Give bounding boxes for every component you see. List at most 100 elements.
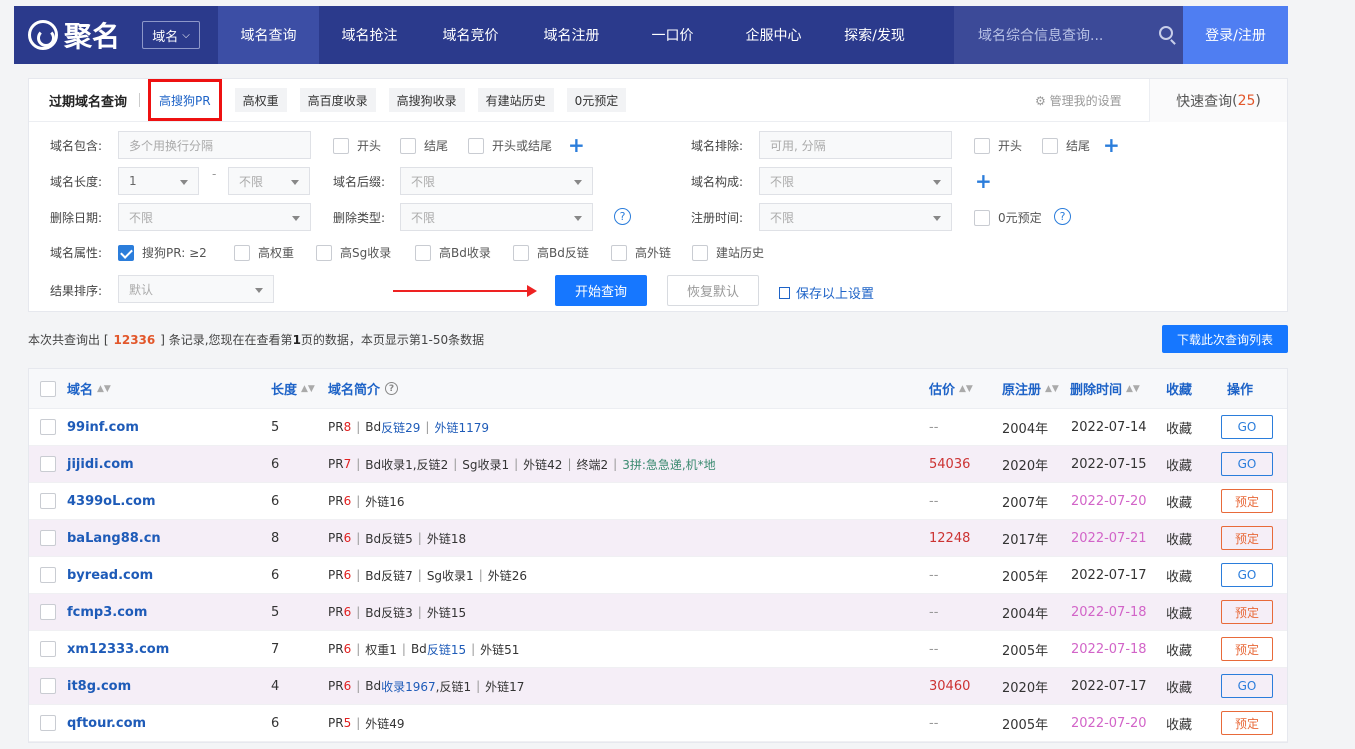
- row-checkbox[interactable]: [40, 594, 56, 630]
- tag-zero-reserve[interactable]: 0元预定: [566, 88, 627, 112]
- favorite-link[interactable]: 收藏: [1166, 483, 1192, 519]
- site-logo[interactable]: 聚名: [28, 15, 128, 55]
- favorite-link[interactable]: 收藏: [1166, 557, 1192, 593]
- separator: |: [425, 420, 430, 434]
- reg-time-select[interactable]: 不限: [759, 203, 952, 231]
- row-checkbox[interactable]: [40, 520, 56, 556]
- quick-query-tab[interactable]: 快速查询(25): [1149, 79, 1287, 122]
- attr-high-bd-index-checkbox[interactable]: 高Bd收录: [415, 244, 491, 261]
- domain-link[interactable]: it8g.com: [67, 668, 131, 704]
- go-button[interactable]: GO: [1221, 452, 1273, 476]
- save-settings-link[interactable]: 保存以上设置: [779, 283, 874, 302]
- attr-high-bd-backlink-checkbox[interactable]: 高Bd反链: [513, 244, 589, 261]
- add-exclude-icon[interactable]: +: [1103, 135, 1120, 155]
- domain-length: 6: [271, 567, 280, 583]
- reserve-button[interactable]: 预定: [1221, 711, 1273, 735]
- row-checkbox[interactable]: [40, 705, 56, 741]
- col-delete-time[interactable]: 删除时间 ▲▼: [1070, 369, 1140, 408]
- reset-default-button[interactable]: 恢复默认: [667, 275, 759, 306]
- domain-link[interactable]: jijidi.com: [67, 446, 134, 482]
- nav-domain-snatch[interactable]: 域名抢注: [319, 6, 420, 64]
- attr-high-sg-index-checkbox[interactable]: 高Sg收录: [316, 244, 391, 261]
- tag-high-sogou-pr[interactable]: 高搜狗PR: [148, 79, 222, 121]
- nav-fixed-price[interactable]: 一口价: [622, 6, 723, 64]
- attr-high-outlink-checkbox[interactable]: 高外链: [611, 244, 671, 261]
- top-search-input[interactable]: 域名综合信息查询...: [954, 6, 1197, 64]
- nav-domain-register[interactable]: 域名注册: [521, 6, 622, 64]
- domain-type-dropdown[interactable]: 域名 ⌵: [142, 21, 200, 49]
- sort-select[interactable]: 默认: [118, 275, 274, 303]
- length-max-select[interactable]: 不限: [228, 167, 310, 195]
- exclude-start-checkbox[interactable]: 开头: [974, 137, 1022, 154]
- length-min-select[interactable]: 1: [118, 167, 199, 195]
- help-icon[interactable]: ?: [614, 208, 631, 225]
- suffix-select[interactable]: 不限: [400, 167, 593, 195]
- nav-enterprise-center[interactable]: 企服中心: [723, 6, 824, 64]
- domain-link[interactable]: fcmp3.com: [67, 594, 147, 630]
- start-query-button[interactable]: 开始查询: [555, 275, 647, 306]
- login-register-button[interactable]: 登录/注册: [1183, 6, 1288, 64]
- row-checkbox[interactable]: [40, 668, 56, 704]
- compose-select[interactable]: 不限: [759, 167, 952, 195]
- nav-domain-auction[interactable]: 域名竞价: [420, 6, 521, 64]
- domain-link[interactable]: byread.com: [67, 557, 153, 593]
- domain-link[interactable]: qftour.com: [67, 705, 146, 741]
- row-checkbox[interactable]: [40, 446, 56, 482]
- row-checkbox[interactable]: [40, 409, 56, 445]
- favorite-link[interactable]: 收藏: [1166, 409, 1192, 445]
- domain-link[interactable]: 99inf.com: [67, 409, 139, 445]
- go-button[interactable]: GO: [1221, 674, 1273, 698]
- add-compose-icon[interactable]: +: [975, 171, 992, 191]
- attr-sogou-pr-checkbox[interactable]: 搜狗PR: ≥2: [118, 244, 207, 261]
- row-checkbox[interactable]: [40, 557, 56, 593]
- col-price-label: 估价: [929, 383, 956, 398]
- go-button[interactable]: GO: [1221, 563, 1273, 587]
- reserve-button[interactable]: 预定: [1221, 600, 1273, 624]
- delete-date-select[interactable]: 不限: [118, 203, 311, 231]
- add-contains-icon[interactable]: +: [568, 135, 585, 155]
- contains-input[interactable]: 多个用换行分隔: [118, 131, 311, 159]
- nav-domain-query[interactable]: 域名查询: [218, 6, 319, 64]
- tag-site-history[interactable]: 有建站历史: [477, 88, 554, 112]
- favorite-link[interactable]: 收藏: [1166, 520, 1192, 556]
- reserve-button[interactable]: 预定: [1221, 637, 1273, 661]
- reserve-button[interactable]: 预定: [1221, 526, 1273, 550]
- favorite-link[interactable]: 收藏: [1166, 446, 1192, 482]
- search-icon[interactable]: [1159, 26, 1173, 40]
- exclude-input[interactable]: 可用, 分隔: [759, 131, 952, 159]
- contains-start-checkbox[interactable]: 开头: [333, 137, 381, 154]
- manage-settings-link[interactable]: ⚙ 管理我的设置: [1035, 92, 1122, 109]
- checkbox-box: [234, 244, 250, 261]
- domain-link[interactable]: 4399oL.com: [67, 483, 156, 519]
- tag-high-sogou-index[interactable]: 高搜狗收录: [388, 88, 465, 112]
- contains-start-or-end-checkbox[interactable]: 开头或结尾: [468, 137, 552, 154]
- domain-link[interactable]: baLang88.cn: [67, 520, 161, 556]
- attr-high-weight-checkbox[interactable]: 高权重: [234, 244, 294, 261]
- delete-type-select[interactable]: 不限: [400, 203, 593, 231]
- col-price[interactable]: 估价 ▲▼: [929, 369, 973, 408]
- download-list-button[interactable]: 下载此次查询列表: [1162, 325, 1288, 353]
- domain-link[interactable]: xm12333.com: [67, 631, 169, 667]
- row-checkbox[interactable]: [40, 483, 56, 519]
- tag-high-baidu-index[interactable]: 高百度收录: [299, 88, 376, 112]
- nav-explore[interactable]: 探索/发现: [824, 6, 925, 64]
- help-icon[interactable]: ?: [385, 382, 399, 395]
- reserve-button[interactable]: 预定: [1221, 489, 1273, 513]
- exclude-end-checkbox[interactable]: 结尾: [1042, 137, 1090, 154]
- attr-site-history-checkbox[interactable]: 建站历史: [692, 244, 764, 261]
- favorite-link[interactable]: 收藏: [1166, 594, 1192, 630]
- attr-label: 域名属性:: [50, 246, 103, 260]
- select-all-checkbox[interactable]: [40, 369, 56, 408]
- col-orig-reg[interactable]: 原注册 ▲▼: [1002, 369, 1059, 408]
- col-domain[interactable]: 域名 ▲▼: [67, 369, 111, 408]
- help-icon[interactable]: ?: [1054, 208, 1071, 225]
- contains-end-checkbox[interactable]: 结尾: [400, 137, 448, 154]
- favorite-link[interactable]: 收藏: [1166, 668, 1192, 704]
- col-length[interactable]: 长度 ▲▼: [271, 369, 315, 408]
- favorite-link[interactable]: 收藏: [1166, 631, 1192, 667]
- tag-high-weight[interactable]: 高权重: [234, 88, 287, 112]
- favorite-link[interactable]: 收藏: [1166, 705, 1192, 741]
- zero-reserve-checkbox[interactable]: 0元预定: [974, 209, 1042, 226]
- row-checkbox[interactable]: [40, 631, 56, 667]
- go-button[interactable]: GO: [1221, 415, 1273, 439]
